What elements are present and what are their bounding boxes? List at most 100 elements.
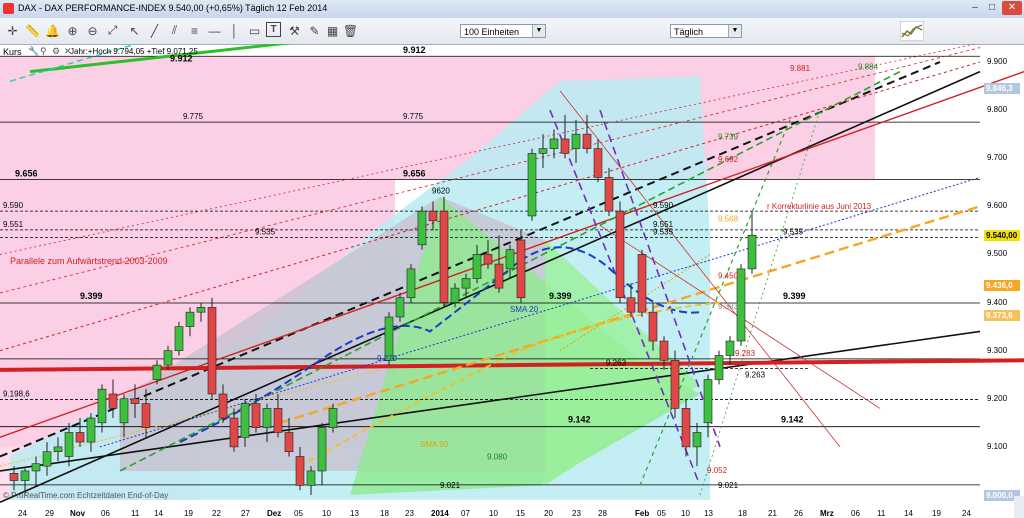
settings-icon[interactable]: ⚙ bbox=[52, 46, 62, 56]
price-chart[interactable]: 9.6569.5909.5519.3999.198,69.9129.9129.7… bbox=[0, 44, 1024, 518]
x-axis-tick: 06 bbox=[101, 509, 110, 518]
candle-body bbox=[593, 148, 603, 178]
candle-body bbox=[406, 268, 416, 299]
units-select-value: 100 Einheiten bbox=[464, 27, 520, 37]
y-axis-tick: 9.500 bbox=[987, 249, 1008, 259]
level-label: 9.568 bbox=[718, 215, 739, 224]
candle-body bbox=[317, 427, 327, 472]
zoom-in-icon[interactable]: ⊕ bbox=[64, 22, 81, 39]
calendar-icon[interactable]: ▦ bbox=[324, 22, 341, 39]
price-marker: 9.846,3 bbox=[984, 82, 1020, 94]
hline-icon[interactable]: ― bbox=[206, 22, 223, 39]
year-high-low: Jahr:+Hoch 9.794,05 +Tief 9.071,25 bbox=[70, 47, 198, 56]
candle-body bbox=[505, 249, 515, 270]
candle-body bbox=[560, 138, 570, 154]
x-axis-tick: 10 bbox=[322, 509, 331, 518]
level-label: 9.551 bbox=[3, 220, 24, 229]
crosshair-icon[interactable]: ✛ bbox=[4, 22, 21, 39]
candle bbox=[670, 350, 680, 419]
y-axis-tick: 9.900 bbox=[987, 57, 1008, 66]
fibonacci-icon[interactable]: ≡ bbox=[186, 22, 203, 39]
x-axis-tick: Nov bbox=[70, 509, 86, 518]
text-icon[interactable]: T bbox=[266, 22, 281, 37]
bell-icon[interactable]: 🔔 bbox=[44, 22, 61, 39]
candle-body bbox=[714, 355, 724, 380]
candle-body bbox=[174, 326, 184, 351]
x-axis-tick: 24 bbox=[962, 509, 971, 518]
candle bbox=[725, 336, 735, 366]
x-axis-tick: 20 bbox=[544, 509, 553, 518]
candle-body bbox=[64, 432, 74, 457]
candle bbox=[615, 201, 625, 303]
candle-body bbox=[251, 403, 261, 428]
cursor-icon[interactable]: ↖ bbox=[126, 22, 143, 39]
candle-body bbox=[571, 133, 581, 149]
candle bbox=[637, 249, 647, 317]
level-label: 9.021 bbox=[440, 481, 461, 490]
level-label: 9620 bbox=[432, 187, 450, 196]
units-select[interactable]: 100 Einheiten ▼ bbox=[460, 24, 546, 38]
pencil-icon[interactable]: ✎ bbox=[306, 22, 323, 39]
candle-body bbox=[637, 254, 647, 313]
level-label: 9.080 bbox=[487, 453, 508, 462]
ruler-icon[interactable]: 📏 bbox=[24, 22, 41, 39]
candle-body bbox=[395, 297, 405, 318]
zoom-icon[interactable]: ⚲ bbox=[40, 46, 50, 56]
candle bbox=[417, 206, 427, 250]
trendline-icon[interactable]: ╱ bbox=[146, 22, 163, 39]
candle-body bbox=[42, 451, 52, 467]
level-label: 9.590 bbox=[3, 201, 24, 210]
x-axis-tick: 15 bbox=[516, 509, 525, 518]
y-axis-tick: 9.600 bbox=[987, 201, 1008, 211]
candle-body bbox=[163, 350, 173, 366]
trash-icon[interactable]: 🗑 bbox=[342, 22, 359, 39]
indicator-header: Kurs 🔧 ⚲ ⚙ ✕ Jahr:+Hoch 9.794,05 +Tief 9… bbox=[0, 44, 980, 60]
level-label: 9.393 bbox=[718, 302, 739, 311]
x-axis-tick: 28 bbox=[598, 509, 607, 518]
window-title: DAX - DAX PERFORMANCE-INDEX 9.540,00 (+0… bbox=[18, 3, 328, 13]
x-axis-tick: 10 bbox=[681, 509, 690, 518]
zoom-out-icon[interactable]: ⊖ bbox=[84, 22, 101, 39]
candle bbox=[174, 321, 184, 356]
candle-body bbox=[692, 432, 702, 448]
candle-body bbox=[196, 307, 206, 313]
axis-scroll-handle[interactable] bbox=[1014, 496, 1024, 518]
level-label: 9.198,6 bbox=[3, 389, 30, 398]
fit-icon[interactable]: ⤢ bbox=[104, 22, 121, 39]
candle-body bbox=[31, 463, 41, 472]
x-axis-tick: Dez bbox=[267, 509, 282, 518]
price-marker: 9.540,00 bbox=[984, 230, 1020, 242]
channel-icon[interactable]: ⫽ bbox=[166, 22, 183, 39]
level-label: 9.775 bbox=[403, 112, 424, 121]
x-axis-tick: 18 bbox=[738, 509, 747, 518]
candle-body bbox=[152, 364, 162, 380]
rect-icon[interactable]: ▭ bbox=[246, 22, 263, 39]
x-axis-tick: 26 bbox=[794, 509, 803, 518]
level-label: 9.739 bbox=[718, 132, 739, 141]
candle-body bbox=[461, 278, 471, 289]
level-label: 9.656 bbox=[15, 168, 38, 178]
candle-body bbox=[185, 311, 195, 327]
chart-style-icon[interactable] bbox=[900, 21, 924, 41]
candle-body bbox=[549, 138, 559, 149]
vline-icon[interactable]: │ bbox=[226, 22, 243, 39]
x-axis-tick: 13 bbox=[704, 509, 713, 518]
maximize-button[interactable]: □ bbox=[985, 1, 999, 15]
tools-icon[interactable]: ⚒ bbox=[286, 22, 303, 39]
candle-body bbox=[328, 408, 338, 428]
minimize-button[interactable]: – bbox=[968, 1, 982, 15]
candle-body bbox=[141, 403, 151, 428]
candle-body bbox=[670, 359, 680, 409]
x-axis-tick: Feb bbox=[635, 509, 650, 518]
candle-body bbox=[736, 268, 746, 342]
x-axis-tick: 24 bbox=[18, 509, 27, 518]
sma20-label: SMA 20 bbox=[510, 305, 539, 314]
candle-body bbox=[626, 297, 636, 313]
kurs-label: Kurs bbox=[3, 47, 22, 57]
candle-body bbox=[240, 403, 250, 438]
candle-body bbox=[75, 432, 85, 443]
interval-select[interactable]: Täglich ▼ bbox=[670, 24, 742, 38]
candle-body bbox=[483, 254, 493, 265]
close-button[interactable]: ✕ bbox=[1002, 1, 1022, 15]
wrench-icon[interactable]: 🔧 bbox=[28, 46, 39, 56]
